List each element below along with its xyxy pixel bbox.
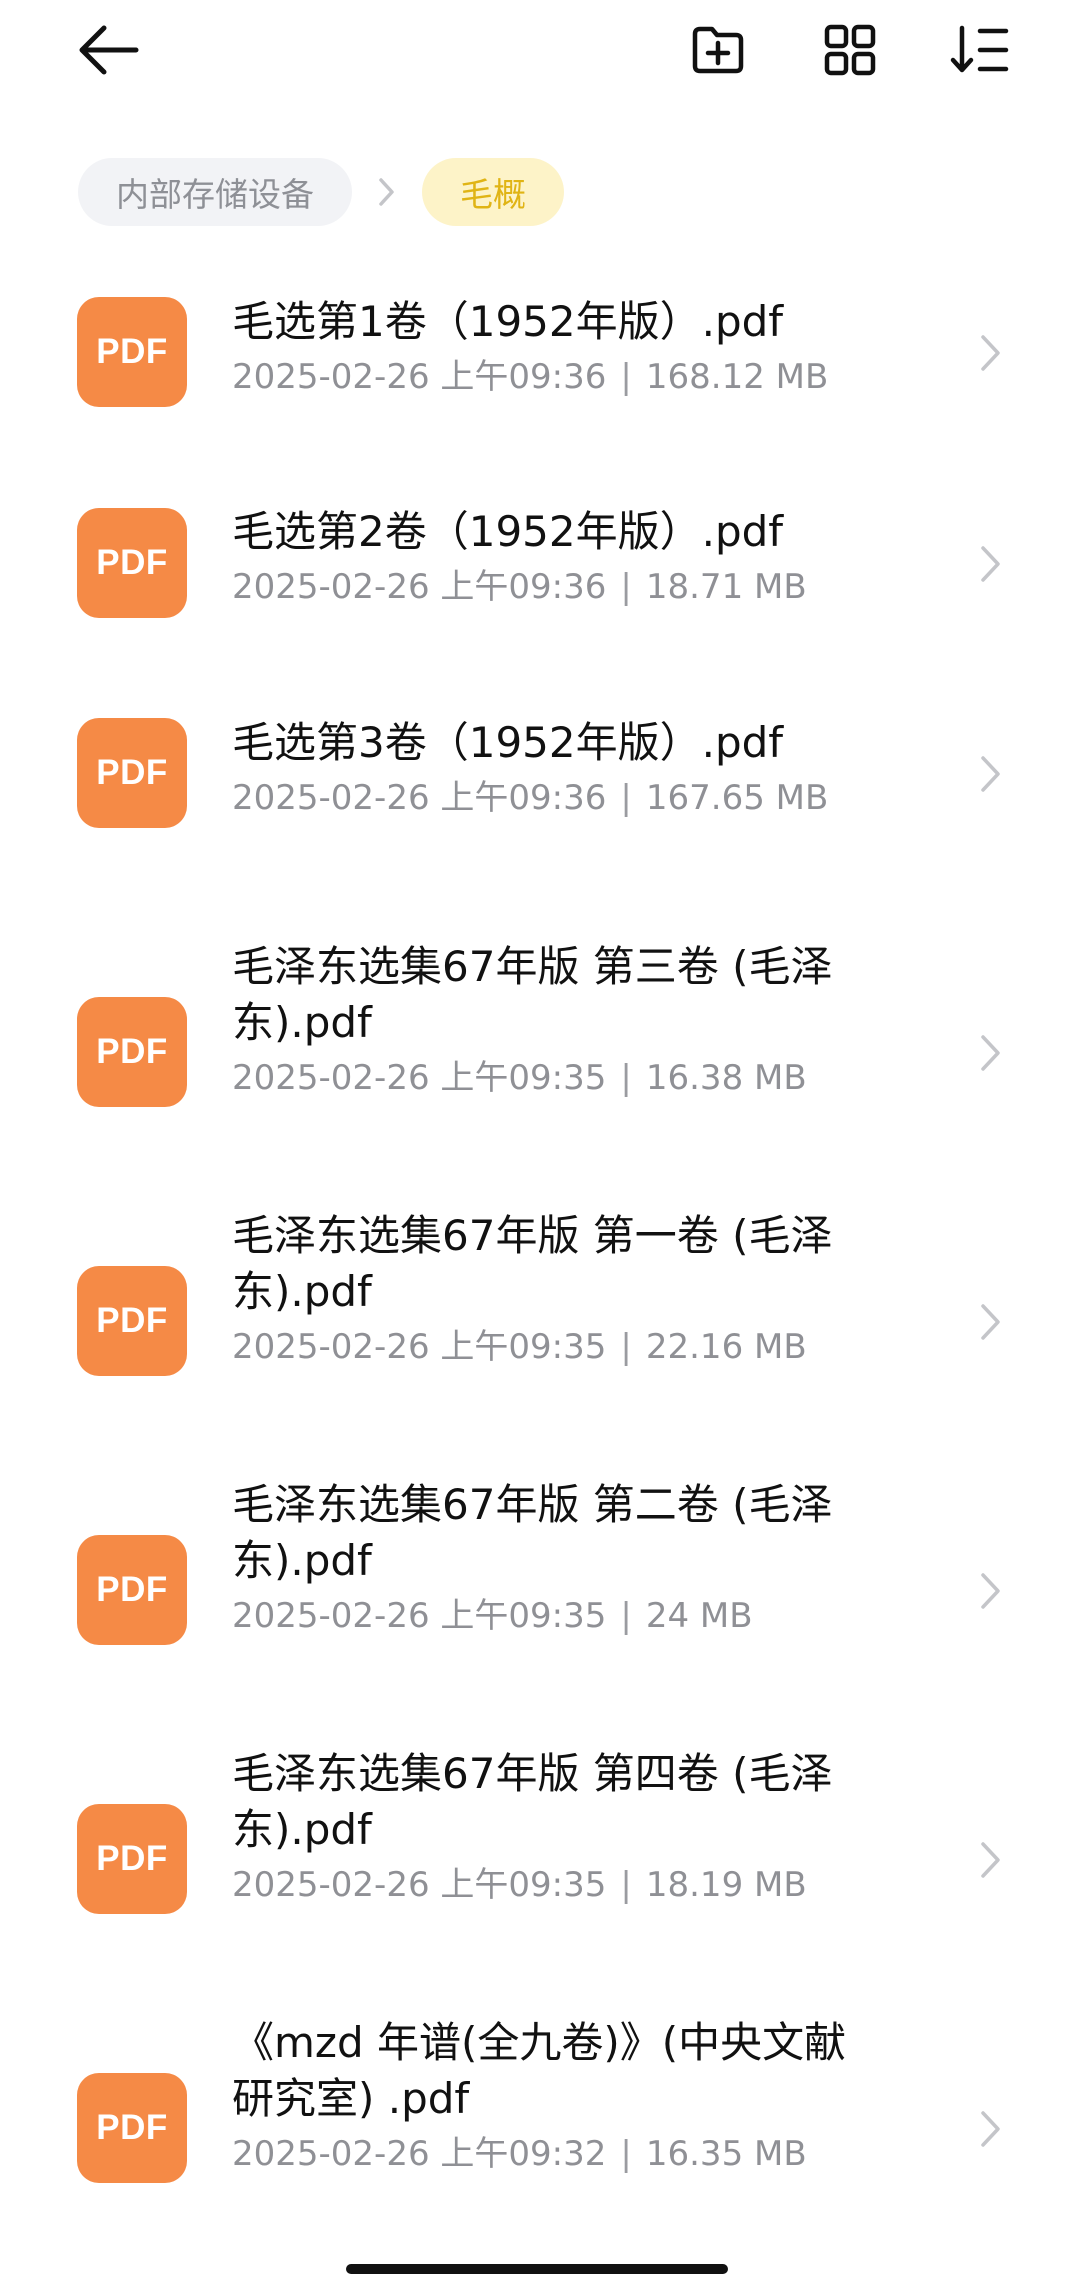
- meta-separator: |: [620, 2134, 632, 2174]
- pdf-file-icon: PDF: [77, 1535, 187, 1645]
- breadcrumb-root[interactable]: 内部存储设备: [78, 158, 352, 226]
- chevron-right-icon: [978, 332, 1004, 378]
- file-meta: 2025-02-26 上午09:36 | 18.71 MB: [232, 564, 872, 610]
- file-date: 2025-02-26 上午09:32: [232, 2134, 607, 2174]
- meta-separator: |: [620, 1865, 632, 1905]
- chevron-right-icon: [978, 1839, 1004, 1885]
- chevron-right-icon: [978, 2108, 1004, 2154]
- file-meta: 2025-02-26 上午09:36 | 167.65 MB: [232, 775, 872, 821]
- file-size: 168.12 MB: [645, 357, 829, 397]
- file-size: 18.19 MB: [645, 1865, 807, 1905]
- breadcrumb-current[interactable]: 毛概: [422, 158, 564, 226]
- file-size: 16.38 MB: [645, 1058, 807, 1098]
- file-size: 24 MB: [645, 1596, 753, 1636]
- file-name: 毛选第3卷（1952年版）.pdf: [232, 718, 784, 767]
- pdf-file-icon: PDF: [77, 2073, 187, 2183]
- chevron-right-icon: [978, 1301, 1004, 1347]
- file-meta: 2025-02-26 上午09:35 | 16.38 MB: [232, 1055, 872, 1101]
- file-size: 16.35 MB: [645, 2134, 807, 2174]
- pdf-file-icon: PDF: [77, 1804, 187, 1914]
- file-meta: 2025-02-26 上午09:35 | 24 MB: [232, 1593, 872, 1639]
- meta-separator: |: [620, 567, 632, 607]
- file-name: 《mzd 年谱(全九卷)》(中央文献研究室) .pdf: [232, 2018, 847, 2123]
- file-name: 毛泽东选集67年版 第四卷 (毛泽东).pdf: [232, 1749, 833, 1854]
- file-date: 2025-02-26 上午09:35: [232, 1596, 607, 1636]
- chevron-right-icon: [978, 753, 1004, 799]
- file-name: 毛泽东选集67年版 第三卷 (毛泽东).pdf: [232, 942, 833, 1047]
- file-size: 22.16 MB: [645, 1327, 807, 1367]
- breadcrumb: 内部存储设备 毛概: [78, 158, 564, 226]
- file-name: 毛泽东选集67年版 第一卷 (毛泽东).pdf: [232, 1211, 833, 1316]
- file-meta: 2025-02-26 上午09:35 | 22.16 MB: [232, 1324, 872, 1370]
- chevron-right-icon: [352, 175, 422, 209]
- meta-separator: |: [620, 1327, 632, 1367]
- file-meta: 2025-02-26 上午09:32 | 16.35 MB: [232, 2131, 872, 2177]
- meta-separator: |: [620, 1596, 632, 1636]
- file-meta: 2025-02-26 上午09:35 | 18.19 MB: [232, 1862, 872, 1908]
- top-bar: [0, 0, 1080, 110]
- file-date: 2025-02-26 上午09:35: [232, 1865, 607, 1905]
- new-folder-icon[interactable]: [690, 22, 746, 78]
- file-date: 2025-02-26 上午09:35: [232, 1327, 607, 1367]
- file-row[interactable]: PDF 毛选第2卷（1952年版）.pdf 2025-02-26 上午09:36…: [0, 480, 1080, 691]
- meta-separator: |: [620, 1058, 632, 1098]
- pdf-file-icon: PDF: [77, 297, 187, 407]
- file-row[interactable]: PDF 毛选第3卷（1952年版）.pdf 2025-02-26 上午09:36…: [0, 691, 1080, 901]
- file-size: 167.65 MB: [645, 778, 829, 818]
- file-date: 2025-02-26 上午09:36: [232, 778, 607, 818]
- file-date: 2025-02-26 上午09:36: [232, 567, 607, 607]
- file-row[interactable]: PDF 毛泽东选集67年版 第二卷 (毛泽东).pdf 2025-02-26 上…: [0, 1439, 1080, 1708]
- pdf-file-icon: PDF: [77, 718, 187, 828]
- sort-icon[interactable]: [950, 22, 1010, 78]
- file-name: 毛选第1卷（1952年版）.pdf: [232, 297, 784, 346]
- file-name: 毛选第2卷（1952年版）.pdf: [232, 507, 784, 556]
- file-row[interactable]: PDF 毛泽东选集67年版 第一卷 (毛泽东).pdf 2025-02-26 上…: [0, 1170, 1080, 1439]
- file-size: 18.71 MB: [645, 567, 807, 607]
- file-name: 毛泽东选集67年版 第二卷 (毛泽东).pdf: [232, 1480, 833, 1585]
- pdf-file-icon: PDF: [77, 508, 187, 618]
- pdf-file-icon: PDF: [77, 997, 187, 1107]
- file-row[interactable]: PDF 毛泽东选集67年版 第三卷 (毛泽东).pdf 2025-02-26 上…: [0, 901, 1080, 1170]
- file-meta: 2025-02-26 上午09:36 | 168.12 MB: [232, 354, 872, 400]
- file-row[interactable]: PDF 《mzd 年谱(全九卷)》(中央文献研究室) .pdf 2025-02-…: [0, 1977, 1080, 2246]
- grid-view-icon[interactable]: [822, 22, 878, 78]
- chevron-right-icon: [978, 543, 1004, 589]
- chevron-right-icon: [978, 1032, 1004, 1078]
- meta-separator: |: [620, 357, 632, 397]
- meta-separator: |: [620, 778, 632, 818]
- file-date: 2025-02-26 上午09:35: [232, 1058, 607, 1098]
- file-list: PDF 毛选第1卷（1952年版）.pdf 2025-02-26 上午09:36…: [0, 270, 1080, 2246]
- home-indicator[interactable]: [346, 2264, 728, 2274]
- chevron-right-icon: [978, 1570, 1004, 1616]
- pdf-file-icon: PDF: [77, 1266, 187, 1376]
- file-row[interactable]: PDF 毛泽东选集67年版 第四卷 (毛泽东).pdf 2025-02-26 上…: [0, 1708, 1080, 1977]
- file-row[interactable]: PDF 毛选第1卷（1952年版）.pdf 2025-02-26 上午09:36…: [0, 270, 1080, 480]
- file-date: 2025-02-26 上午09:36: [232, 357, 607, 397]
- back-arrow-icon[interactable]: [76, 22, 144, 78]
